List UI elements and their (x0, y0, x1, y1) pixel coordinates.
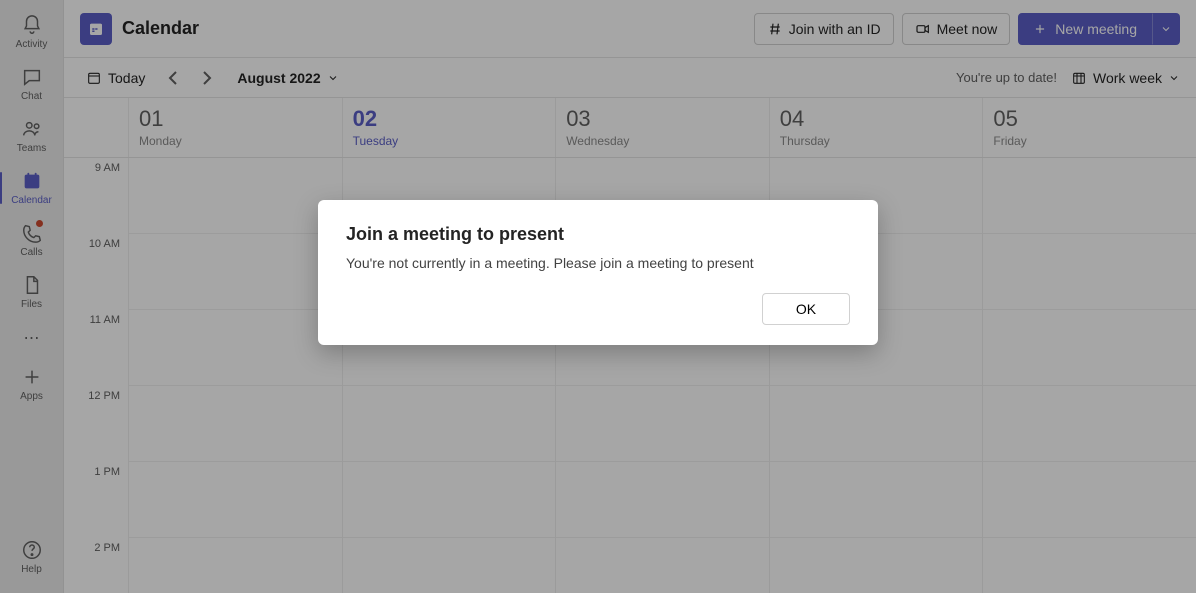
dialog-body: You're not currently in a meeting. Pleas… (346, 255, 850, 271)
dialog-title: Join a meeting to present (346, 224, 850, 245)
dialog-actions: OK (346, 293, 850, 325)
modal-overlay[interactable]: Join a meeting to present You're not cur… (0, 0, 1196, 593)
ok-button[interactable]: OK (762, 293, 850, 325)
join-meeting-dialog: Join a meeting to present You're not cur… (318, 200, 878, 345)
app-root: Activity Chat Teams Calendar Calls Files (0, 0, 1196, 593)
